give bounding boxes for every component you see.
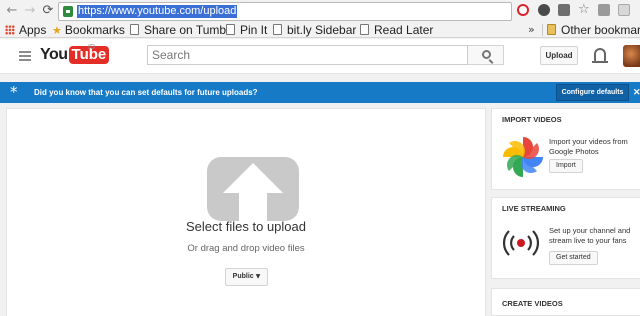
star-icon: ★: [52, 24, 62, 37]
create-videos-card: CREATE VIDEOS: [491, 288, 640, 316]
upload-button[interactable]: Upload: [540, 46, 578, 65]
upload-subtitle: Or drag and drop video files: [187, 243, 305, 254]
forward-icon[interactable]: →: [22, 3, 38, 19]
card-title: IMPORT VIDEOS: [502, 115, 562, 124]
divider: [542, 24, 543, 36]
live-streaming-card: LIVE STREAMING Set up your channel and s…: [491, 197, 640, 279]
youtube-header: YouTube ID Upload: [0, 39, 640, 74]
banner-text: Did you know that you can set defaults f…: [34, 88, 258, 97]
page-icon: [360, 24, 369, 35]
extension-icon[interactable]: [538, 4, 550, 16]
import-videos-card: IMPORT VIDEOS Import your videos from Go…: [491, 108, 640, 190]
apps-icon: [5, 25, 15, 35]
bookmark-bitly-sidebar[interactable]: bit.ly Sidebar: [273, 22, 356, 38]
extension-icon[interactable]: [618, 4, 630, 16]
configure-defaults-button[interactable]: Configure defaults: [556, 84, 629, 101]
bell-icon[interactable]: [592, 48, 608, 63]
bookmark-share-on-tumblr[interactable]: Share on Tumb: [130, 22, 226, 38]
address-bar[interactable]: https://www.youtube.com/upload: [58, 2, 512, 21]
lock-icon: [63, 6, 73, 17]
page-icon: [273, 24, 282, 35]
caret-down-icon: ▼: [255, 273, 261, 280]
star-icon: *: [10, 83, 18, 101]
youtube-logo[interactable]: You Tube ID: [40, 44, 110, 66]
bookmarks-overflow-icon[interactable]: »: [528, 22, 535, 38]
privacy-dropdown[interactable]: Public ▼: [225, 268, 268, 286]
opera-icon[interactable]: [517, 4, 529, 16]
page-icon: [226, 24, 235, 35]
card-title: LIVE STREAMING: [502, 204, 566, 213]
avatar[interactable]: [623, 45, 640, 67]
bookmark-bookmarks[interactable]: ★ Bookmarks: [52, 22, 125, 38]
get-started-button[interactable]: Get started: [549, 251, 598, 265]
search-input[interactable]: [148, 46, 467, 64]
menu-icon[interactable]: [19, 51, 31, 61]
google-photos-icon: [503, 137, 543, 177]
bookmark-pin-it[interactable]: Pin It: [226, 22, 267, 38]
browser-toolbar: ← → ⟳ https://www.youtube.com/upload ☆: [0, 0, 640, 22]
back-icon[interactable]: ←: [4, 3, 20, 19]
bookmarks-bar: Apps ★ Bookmarks Share on Tumb Pin It bit…: [0, 22, 640, 38]
upload-drop-zone[interactable]: Select files to upload Or drag and drop …: [6, 108, 486, 316]
bookmark-read-later[interactable]: Read Later: [360, 22, 433, 38]
search-button[interactable]: [468, 45, 504, 65]
upload-arrow-icon[interactable]: [207, 157, 299, 221]
bookmark-other[interactable]: Other bookmar: [547, 22, 640, 38]
card-description: Set up your channel and stream live to y…: [549, 226, 631, 245]
reload-icon[interactable]: ⟳: [40, 3, 56, 19]
upload-title: Select files to upload: [186, 219, 306, 234]
extension-icon[interactable]: [598, 4, 610, 16]
card-title: CREATE VIDEOS: [502, 299, 563, 308]
bookmark-apps[interactable]: Apps: [5, 22, 46, 38]
extension-icon[interactable]: [558, 4, 570, 16]
import-button[interactable]: Import: [549, 159, 583, 173]
url-text[interactable]: https://www.youtube.com/upload: [77, 5, 238, 18]
live-stream-icon: [503, 230, 539, 256]
search-icon: [482, 50, 491, 59]
region-label: ID: [88, 44, 95, 51]
star-icon[interactable]: ☆: [578, 3, 590, 16]
close-icon[interactable]: ✕: [633, 82, 640, 103]
search-box: [147, 45, 468, 65]
page-icon: [130, 24, 139, 35]
folder-icon: [547, 24, 556, 35]
card-description: Import your videos from Google Photos: [549, 137, 628, 156]
defaults-banner: * Did you know that you can set defaults…: [0, 82, 640, 103]
